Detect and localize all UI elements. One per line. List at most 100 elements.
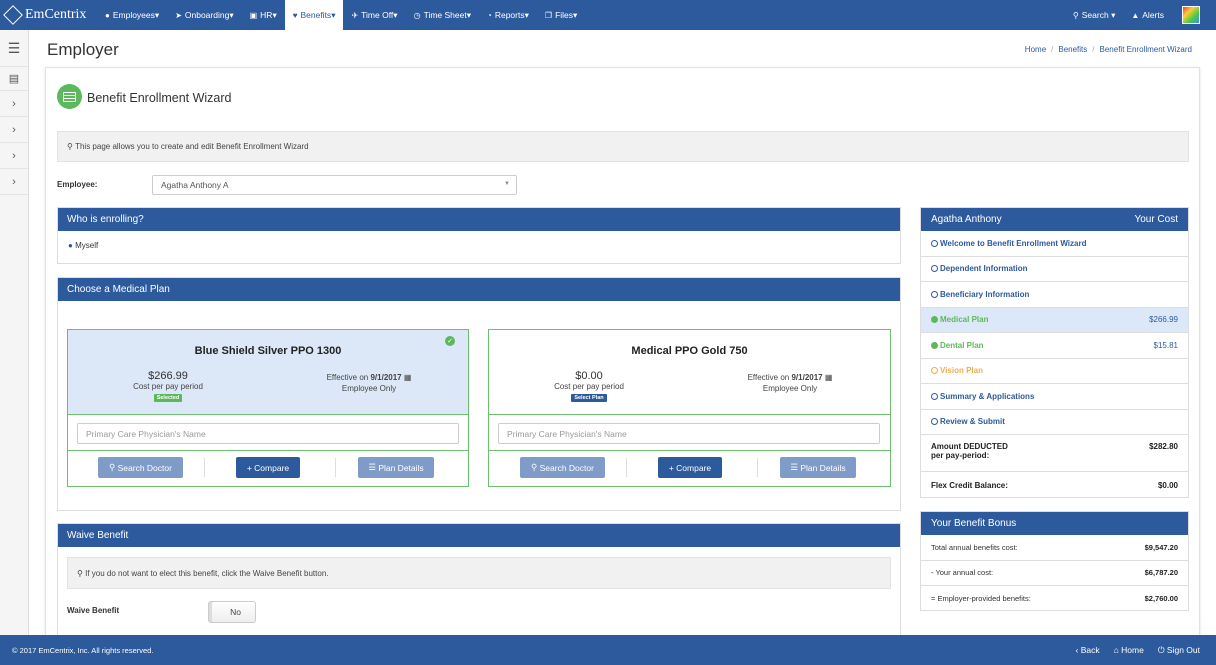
breadcrumb: Home / Benefits / Benefit Enrollment Wiz… bbox=[1025, 45, 1192, 54]
plan-name: Blue Shield Silver PPO 1300 bbox=[194, 345, 342, 357]
heart-icon: ♥ bbox=[292, 10, 298, 20]
breadcrumb-separator: / bbox=[1092, 45, 1095, 54]
step-summary[interactable]: Summary & Applications bbox=[921, 384, 1188, 410]
step-vision[interactable]: Vision Plan bbox=[921, 359, 1188, 384]
search-doctor-button[interactable]: ⚲ Search Doctor bbox=[98, 457, 183, 478]
menu-toggle-icon[interactable]: ☰ bbox=[0, 30, 28, 67]
back-link[interactable]: ‹ Back bbox=[1076, 645, 1100, 656]
wizard-info-text: This page allows you to create and edit … bbox=[75, 142, 309, 151]
card-icon[interactable]: ▤ bbox=[0, 67, 28, 91]
lightbulb-icon: ⚲ bbox=[67, 142, 76, 151]
nav-reports[interactable]: ◔ Reports ▾ bbox=[479, 0, 537, 30]
check-circle-icon bbox=[931, 316, 938, 324]
amount-deducted-value: $282.80 bbox=[1149, 442, 1178, 451]
step-welcome[interactable]: Welcome to Benefit Enrollment Wizard bbox=[921, 231, 1188, 257]
nav-search[interactable]: ⚲ Search ▾ bbox=[1065, 0, 1123, 30]
user-icon: ● bbox=[68, 241, 73, 250]
sign-out-link[interactable]: ⏻ Sign Out bbox=[1158, 645, 1200, 656]
plan-details-button[interactable]: ☰ Plan Details bbox=[780, 457, 856, 478]
plan-card-2[interactable]: Medical PPO Gold 750 $0.00 Cost per pay … bbox=[488, 329, 891, 487]
step-dependent[interactable]: Dependent Information bbox=[921, 257, 1188, 282]
waive-info-text: If you do not want to elect this benefit… bbox=[85, 568, 329, 578]
breadcrumb-separator: / bbox=[1051, 45, 1054, 54]
enrolling-value: ● Myself bbox=[68, 241, 99, 250]
flex-credit-row: Flex Credit Balance: $0.00 bbox=[931, 480, 1178, 490]
list-icon: ☰ bbox=[368, 462, 379, 472]
nav-onboarding[interactable]: ➤ Onboarding ▾ bbox=[167, 0, 241, 30]
chevron-right-icon[interactable]: › bbox=[0, 91, 28, 117]
amount-deducted-row: Amount DEDUCTED per pay-period: $282.80 bbox=[921, 435, 1188, 472]
search-icon: ⚲ bbox=[1072, 10, 1079, 20]
bonus-row: = Employer-provided benefits: $2,760.00 bbox=[931, 594, 1178, 604]
page-title: Employer bbox=[47, 40, 119, 59]
home-link[interactable]: ⌂ Home bbox=[1114, 645, 1144, 656]
wizard-info-box: ⚲ This page allows you to create and edi… bbox=[57, 131, 1189, 162]
select-plan-button[interactable]: Select Plan bbox=[571, 394, 607, 402]
calendar-icon[interactable]: ▦ bbox=[825, 373, 833, 382]
employee-name: Agatha Anthony bbox=[931, 214, 1002, 225]
compare-button[interactable]: + Compare bbox=[658, 457, 722, 478]
steps-panel-header: Agatha Anthony Your Cost bbox=[921, 208, 1188, 231]
step-review[interactable]: Review & Submit bbox=[921, 410, 1188, 435]
nav-benefits[interactable]: ♥ Benefits ▾ bbox=[284, 0, 344, 30]
clock-icon: ◷ bbox=[413, 10, 421, 20]
wizard-list-icon bbox=[57, 84, 82, 109]
waive-toggle[interactable]: No bbox=[208, 601, 256, 623]
footer: © 2017 EmCentrix, Inc. All rights reserv… bbox=[0, 635, 1216, 665]
pcp-name-input[interactable]: Primary Care Physician's Name bbox=[77, 423, 459, 444]
waive-panel-title: Waive Benefit bbox=[58, 524, 900, 547]
chevron-right-icon[interactable]: › bbox=[0, 169, 28, 195]
step-dental[interactable]: Dental Plan $15.81 bbox=[921, 333, 1188, 359]
user-avatar[interactable] bbox=[1182, 6, 1200, 24]
circle-icon bbox=[931, 418, 938, 426]
selected-badge: Selected bbox=[153, 394, 183, 402]
dot-circle-icon bbox=[931, 367, 938, 375]
check-circle-icon: ✓ bbox=[445, 336, 455, 346]
compare-button[interactable]: + Compare bbox=[236, 457, 300, 478]
calendar-icon[interactable]: ▦ bbox=[404, 373, 412, 382]
wizard-title: Benefit Enrollment Wizard bbox=[87, 91, 232, 105]
plan-details-button[interactable]: ☰ Plan Details bbox=[358, 457, 434, 478]
divider bbox=[626, 458, 627, 477]
nav-files[interactable]: ❐ Files ▾ bbox=[537, 0, 585, 30]
circle-icon bbox=[931, 239, 938, 247]
bonus-row: Total annual benefits cost: $9,547.20 bbox=[921, 535, 1188, 561]
flex-credit-value: $0.00 bbox=[1157, 480, 1178, 490]
step-beneficiary[interactable]: Beneficiary Information bbox=[921, 282, 1188, 308]
bell-icon: ▲ bbox=[1131, 10, 1140, 20]
chevron-right-icon[interactable]: › bbox=[0, 117, 28, 143]
search-icon: ⚲ bbox=[531, 462, 540, 472]
nav-employees[interactable]: ● Employees ▾ bbox=[97, 0, 167, 30]
pcp-name-input[interactable]: Primary Care Physician's Name bbox=[498, 423, 880, 444]
employee-select-value: Agatha Anthony A bbox=[161, 180, 229, 190]
plan-card-1[interactable]: Blue Shield Silver PPO 1300 ✓ $266.99 Co… bbox=[67, 329, 469, 487]
top-navbar: EmCentrix ● Employees ▾ ➤ Onboarding ▾ ▣ HR ▾ … bbox=[0, 0, 1216, 30]
circle-icon bbox=[931, 265, 938, 273]
benefit-bonus-panel: Your Benefit Bonus Total annual benefits… bbox=[920, 511, 1189, 611]
breadcrumb-current[interactable]: Benefit Enrollment Wizard bbox=[1100, 45, 1192, 54]
plan-price: $0.00 Cost per pay period Select Plan bbox=[554, 370, 624, 402]
employee-select[interactable]: Agatha Anthony A ▼ bbox=[152, 175, 517, 195]
employee-label: Employee: bbox=[57, 180, 98, 189]
breadcrumb-benefits[interactable]: Benefits bbox=[1058, 45, 1087, 54]
brand-logo[interactable]: EmCentrix bbox=[0, 0, 90, 30]
nav-hr[interactable]: ▣ HR ▾ bbox=[242, 0, 285, 30]
caret-down-icon: ▼ bbox=[504, 181, 510, 187]
power-icon: ⏻ bbox=[1157, 644, 1167, 655]
your-cost-header: Your Cost bbox=[1134, 214, 1178, 225]
divider bbox=[757, 458, 758, 477]
divider bbox=[204, 458, 205, 477]
nav-time-off[interactable]: ✈ Time Off ▾ bbox=[343, 0, 405, 30]
plus-icon: + bbox=[668, 462, 677, 473]
divider bbox=[335, 458, 336, 477]
nav-time-sheet[interactable]: ◷ Time Sheet ▾ bbox=[406, 0, 479, 30]
step-medical[interactable]: Medical Plan $266.99 bbox=[921, 307, 1188, 333]
breadcrumb-home[interactable]: Home bbox=[1025, 45, 1046, 54]
list-icon: ☰ bbox=[790, 462, 801, 472]
search-doctor-button[interactable]: ⚲ Search Doctor bbox=[520, 457, 605, 478]
plan-price: $266.99 Cost per pay period Selected bbox=[133, 370, 203, 402]
enrolling-panel-title: Who is enrolling? bbox=[58, 208, 900, 231]
chevron-right-icon[interactable]: › bbox=[0, 143, 28, 169]
plan-effective: Effective on 9/1/2017 ▦ Employee Only bbox=[747, 373, 833, 393]
nav-alerts[interactable]: ▲ Alerts bbox=[1123, 0, 1172, 30]
